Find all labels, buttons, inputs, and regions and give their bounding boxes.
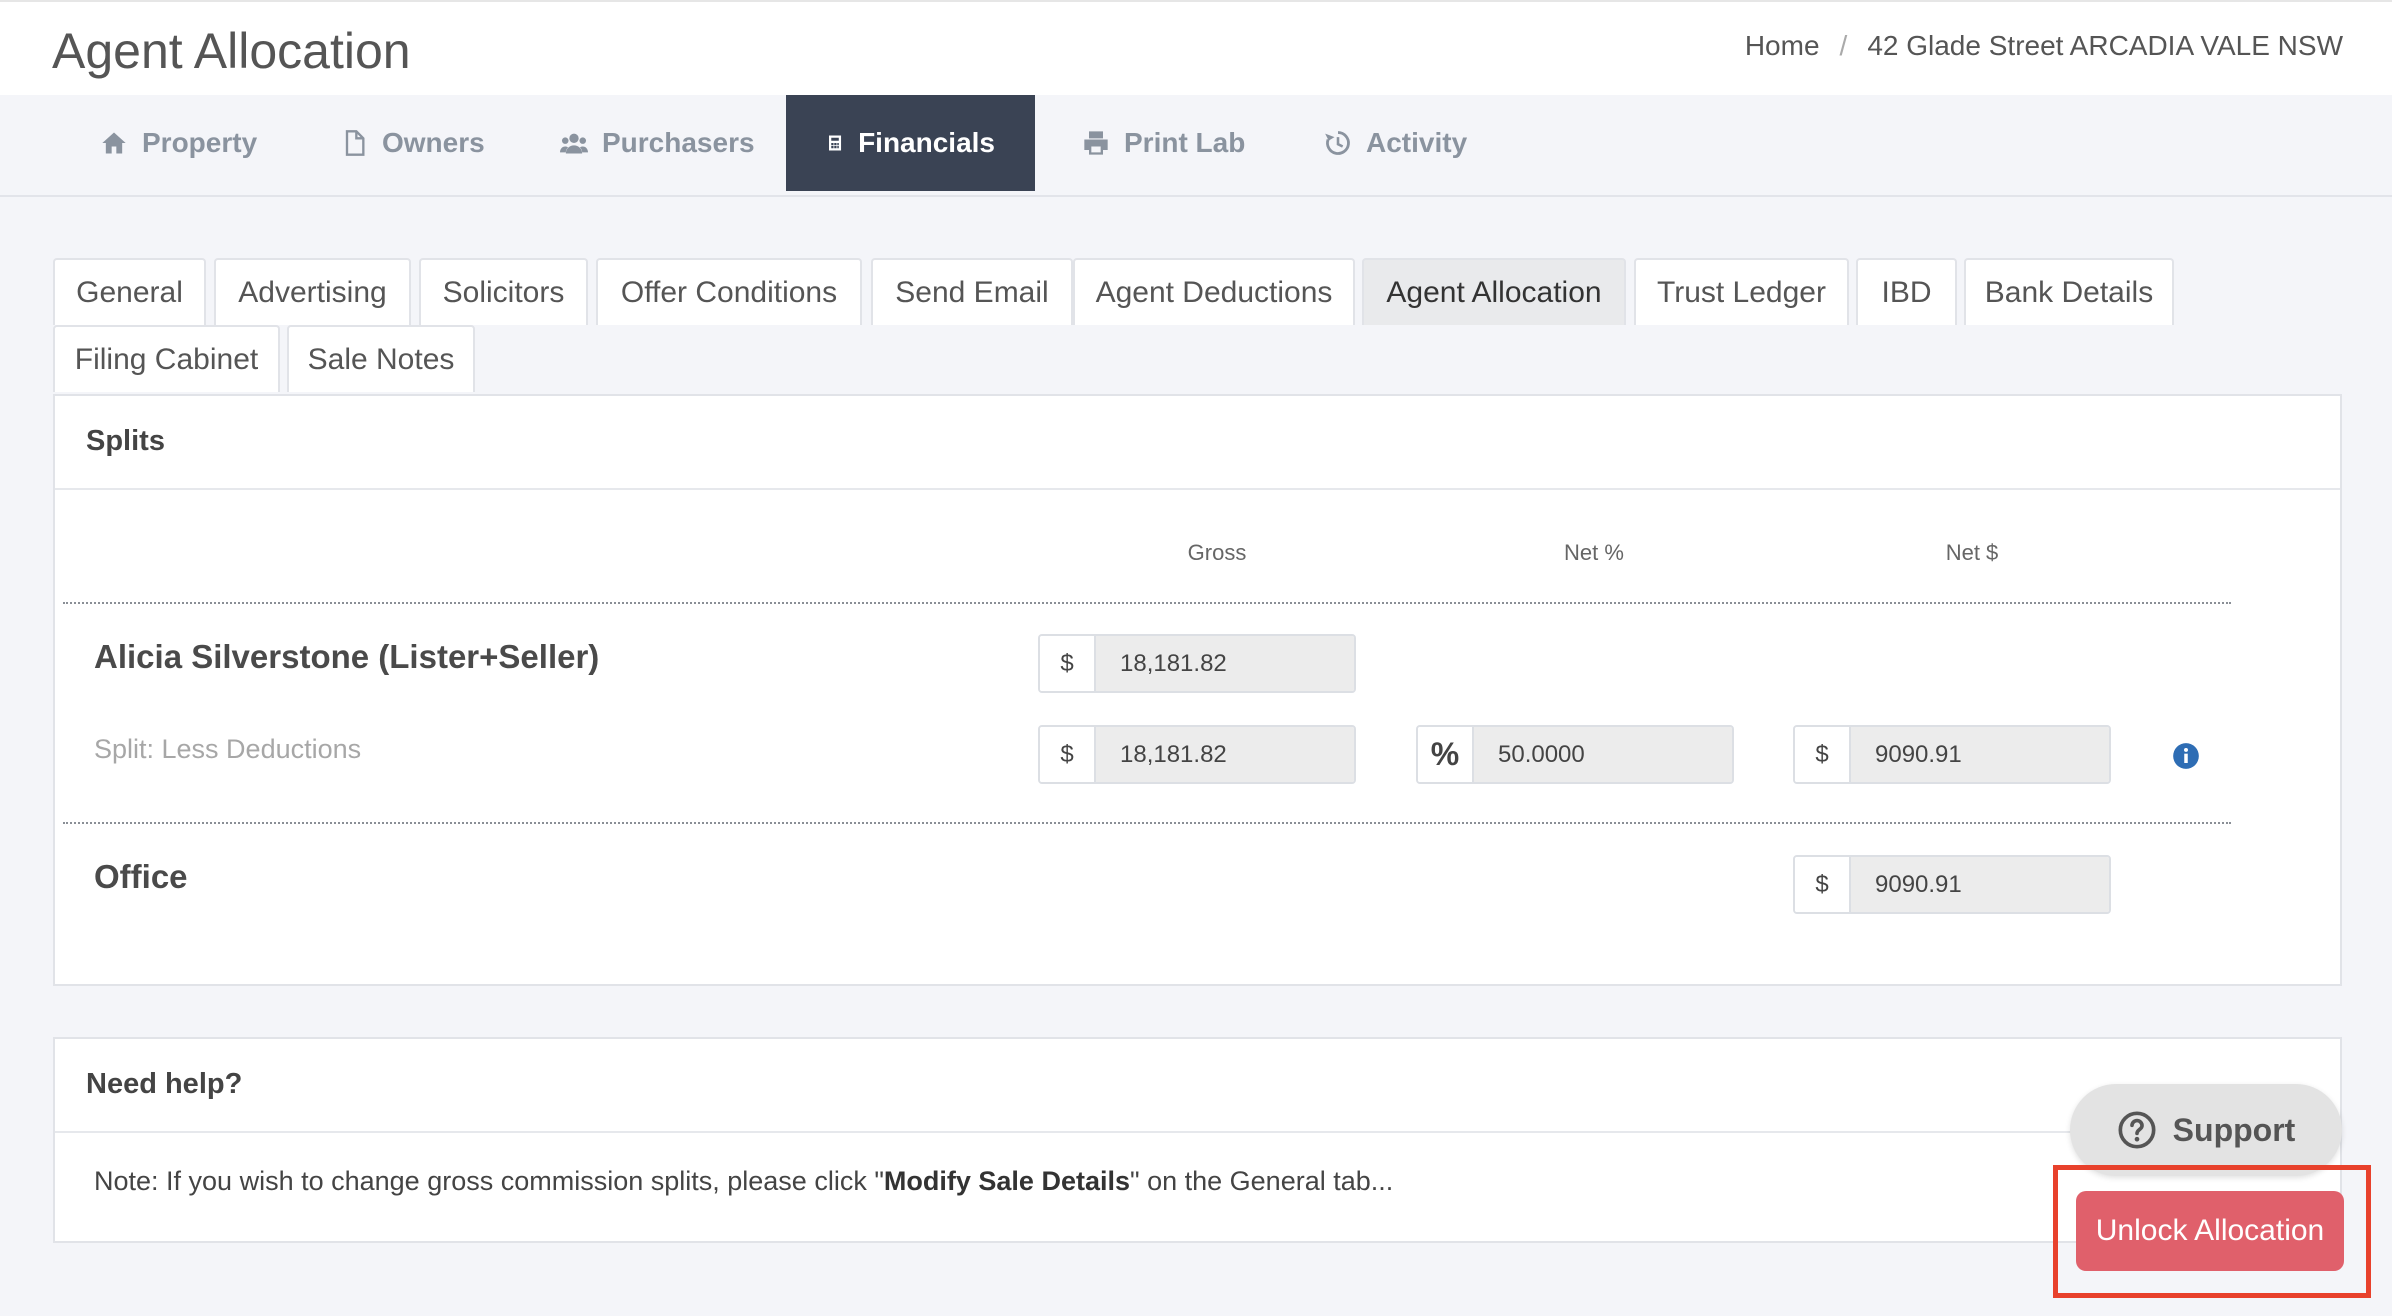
file-icon <box>345 130 365 156</box>
nav-tab-activity[interactable]: Activity <box>1324 95 1467 191</box>
support-button-label: Support <box>2172 1111 2296 1148</box>
nav-tab-label: Financials <box>858 127 995 158</box>
office-name: Office <box>94 858 188 895</box>
split-gross-value: 18,181.82 <box>1096 727 1354 782</box>
dollar-addon: $ <box>1040 727 1096 782</box>
help-note: Note: If you wish to change gross commis… <box>94 1166 1393 1197</box>
breadcrumb: Home / 42 Glade Street ARCADIA VALE NSW <box>1745 30 2343 62</box>
help-note-prefix: Note: If you wish to change gross commis… <box>94 1166 884 1196</box>
column-header-gross: Gross <box>1187 540 1247 565</box>
subtab-bank-details[interactable]: Bank Details <box>1964 258 2174 325</box>
office-net-dollar-value: 9090.91 <box>1851 857 2109 912</box>
breadcrumb-home-link[interactable]: Home <box>1745 30 1820 61</box>
main-nav: Property Owners Purchasers Financials Pr… <box>0 95 2392 197</box>
help-note-bold: Modify Sale Details <box>883 1166 1130 1196</box>
subtab-trust-ledger[interactable]: Trust Ledger <box>1634 258 1849 325</box>
subtab-offer-conditions[interactable]: Offer Conditions <box>596 258 862 325</box>
page-header: Agent Allocation Home / 42 Glade Street AR… <box>0 0 2392 95</box>
nav-tab-label: Purchasers <box>602 127 755 158</box>
nav-tab-label: Property <box>142 127 258 158</box>
agent-name: Alicia Silverstone (Lister+Seller) <box>94 638 600 675</box>
home-icon <box>102 132 126 154</box>
printer-icon <box>1084 131 1108 155</box>
subtab-sale-notes[interactable]: Sale Notes <box>287 325 475 392</box>
column-header-net-dollar: Net $ <box>1945 540 1999 565</box>
question-circle-icon <box>2118 1111 2156 1149</box>
nav-tab-print-lab[interactable]: Print Lab <box>1082 95 1245 191</box>
split-gross-field: $ 18,181.82 <box>1038 725 1356 784</box>
help-note-suffix: " on the General tab... <box>1130 1166 1394 1196</box>
percent-addon: % <box>1418 727 1474 782</box>
nav-tab-label: Activity <box>1366 127 1468 158</box>
subtab-agent-deductions[interactable]: Agent Deductions <box>1073 258 1355 325</box>
agent-gross-field: $ 18,181.82 <box>1038 634 1356 693</box>
dollar-addon: $ <box>1795 727 1851 782</box>
subtab-solicitors[interactable]: Solicitors <box>419 258 588 325</box>
agent-gross-value: 18,181.82 <box>1096 636 1354 691</box>
subtab-ibd[interactable]: IBD <box>1856 258 1957 325</box>
nav-tab-property[interactable]: Property <box>100 95 257 191</box>
help-panel: Need help? <box>53 1037 2342 1243</box>
info-icon[interactable] <box>2172 742 2200 770</box>
calculator-icon <box>829 135 842 151</box>
subtab-agent-allocation[interactable]: Agent Allocation <box>1362 258 1626 325</box>
nav-tab-purchasers[interactable]: Purchasers <box>560 95 755 191</box>
breadcrumb-separator: / <box>1839 30 1848 61</box>
office-net-dollar-field: $ 9090.91 <box>1793 855 2111 914</box>
split-label: Split: Less Deductions <box>94 734 362 764</box>
unlock-allocation-button[interactable]: Unlock Allocation <box>2076 1191 2344 1271</box>
net-percent-value: 50.0000 <box>1474 727 1732 782</box>
row-divider <box>63 602 2231 604</box>
nav-tab-financials[interactable]: Financials <box>786 95 1035 191</box>
net-dollar-field: $ 9090.91 <box>1793 725 2111 784</box>
splits-panel-title: Splits <box>55 396 2340 490</box>
history-icon <box>1325 131 1350 155</box>
subtab-filing-cabinet[interactable]: Filing Cabinet <box>53 325 280 392</box>
column-header-net-percent: Net % <box>1564 540 1624 565</box>
subtab-advertising[interactable]: Advertising <box>214 258 411 325</box>
page-title: Agent Allocation <box>52 23 411 79</box>
help-panel-title: Need help? <box>55 1039 2340 1133</box>
net-dollar-value: 9090.91 <box>1851 727 2109 782</box>
subtab-send-email[interactable]: Send Email <box>871 258 1073 325</box>
users-icon <box>560 133 588 154</box>
net-percent-field: % 50.0000 <box>1416 725 1734 784</box>
dollar-addon: $ <box>1040 636 1096 691</box>
nav-tab-owners[interactable]: Owners <box>340 95 485 191</box>
nav-tab-label: Owners <box>382 127 485 158</box>
dollar-addon: $ <box>1795 857 1851 912</box>
row-divider <box>63 822 2231 824</box>
nav-tab-label: Print Lab <box>1124 127 1246 158</box>
subtab-general[interactable]: General <box>53 258 206 325</box>
breadcrumb-current: 42 Glade Street ARCADIA VALE NSW <box>1867 30 2343 61</box>
support-button[interactable]: Support <box>2070 1084 2342 1176</box>
